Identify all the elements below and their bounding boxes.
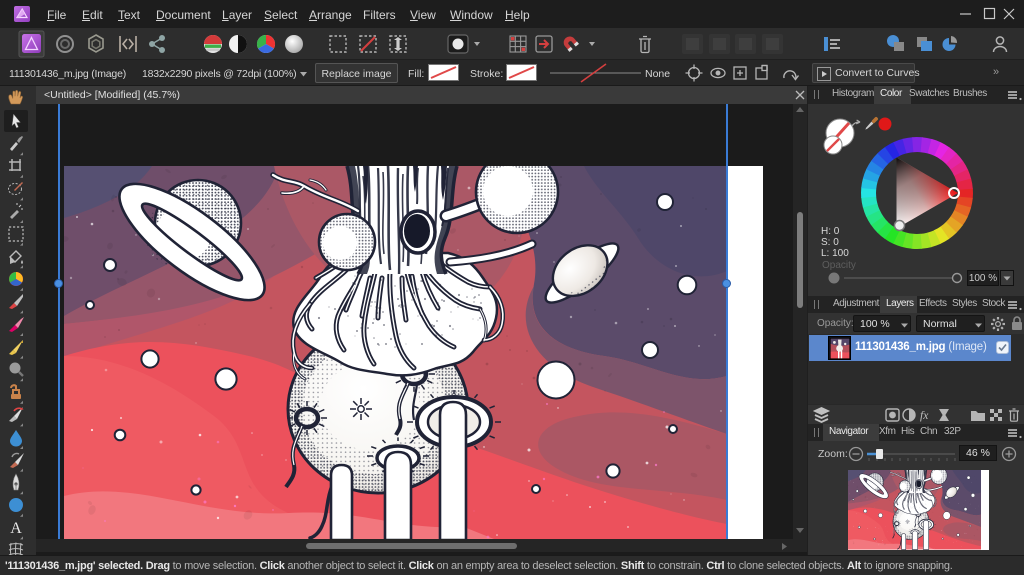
svg-text:H: 0: H: 0: [821, 226, 840, 237]
svg-text:L: 100: L: 100: [821, 248, 849, 259]
svg-text:fx: fx: [920, 410, 929, 422]
svg-text:A: A: [10, 520, 22, 537]
svg-text:S: 0: S: 0: [821, 237, 839, 248]
